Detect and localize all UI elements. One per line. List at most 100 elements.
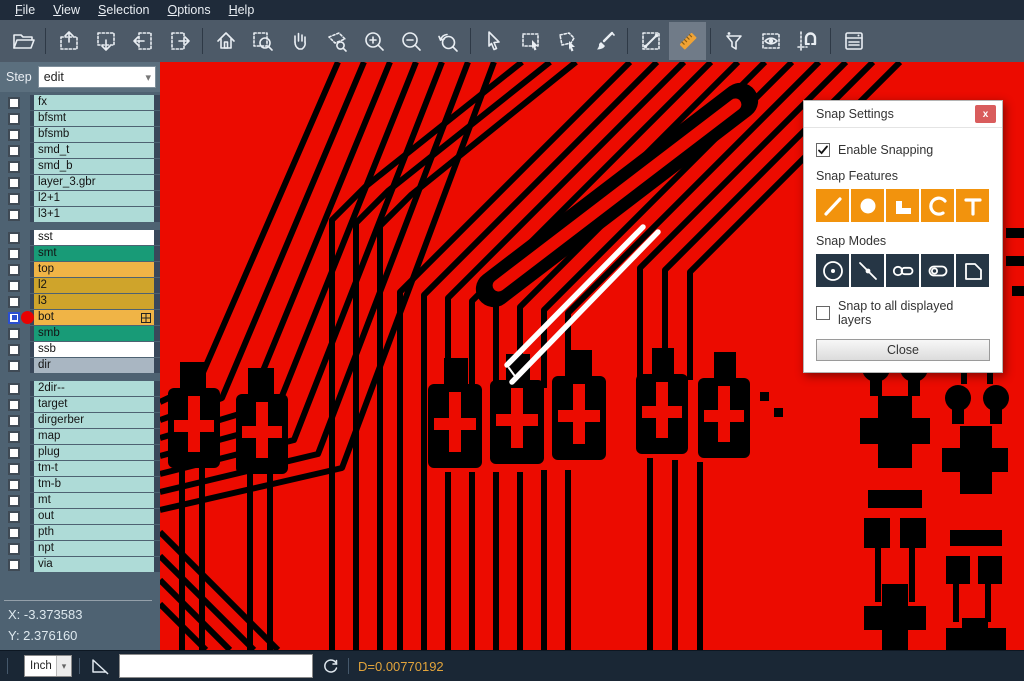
snap-surface-icon[interactable] [886, 189, 919, 222]
snap-all-row[interactable]: Snap to all displayed layers [816, 299, 990, 327]
layer-label[interactable]: l2+1 [34, 191, 154, 206]
layer-checkbox[interactable] [8, 145, 20, 157]
layer-checkbox[interactable] [8, 495, 20, 507]
layer-row-bot[interactable]: bot [0, 310, 160, 325]
select-polygon-icon[interactable] [549, 22, 586, 60]
measure-ruler-icon[interactable] [669, 22, 706, 60]
layer-checkbox[interactable] [8, 312, 20, 324]
layer-row-npt[interactable]: npt [0, 541, 160, 556]
layer-label[interactable]: dir [34, 358, 154, 373]
layer-checkbox[interactable] [8, 232, 20, 244]
layer-checkbox[interactable] [8, 97, 20, 109]
layer-checkbox[interactable] [8, 264, 20, 276]
layer-checkbox[interactable] [8, 296, 20, 308]
layer-checkbox[interactable] [8, 209, 20, 221]
layer-label[interactable]: smt [34, 246, 154, 261]
layer-checkbox[interactable] [8, 543, 20, 555]
layer-row-2dir--[interactable]: 2dir-- [0, 381, 160, 396]
layer-row-via[interactable]: via [0, 557, 160, 572]
layer-checkbox[interactable] [8, 511, 20, 523]
close-icon[interactable]: x [975, 105, 996, 123]
layer-checkbox[interactable] [8, 447, 20, 459]
snap-line-icon[interactable] [816, 189, 849, 222]
units-select[interactable]: Inch ▾ [24, 655, 72, 677]
layer-row-bfsmb[interactable]: bfsmb [0, 127, 160, 142]
filter-icon[interactable] [715, 22, 752, 60]
layer-label[interactable]: pth [34, 525, 154, 540]
layer-row-smd_t[interactable]: smd_t [0, 143, 160, 158]
layer-row-map[interactable]: map [0, 429, 160, 444]
refresh-icon[interactable] [321, 656, 341, 676]
layer-row-smd_b[interactable]: smd_b [0, 159, 160, 174]
mode-center-icon[interactable] [816, 254, 849, 287]
layer-checkbox[interactable] [8, 177, 20, 189]
layer-label[interactable]: plug [34, 445, 154, 460]
layer-checkbox[interactable] [8, 248, 20, 260]
layer-checkbox[interactable] [8, 328, 20, 340]
mode-slot-key-icon[interactable] [886, 254, 919, 287]
layer-label[interactable]: ssb [34, 342, 154, 357]
enable-snapping-row[interactable]: Enable Snapping [816, 143, 990, 157]
layer-row-dir[interactable]: dir [0, 358, 160, 373]
menu-selection[interactable]: Selection [89, 1, 158, 19]
layer-row-plug[interactable]: plug [0, 445, 160, 460]
layer-checkbox[interactable] [8, 415, 20, 427]
menu-file[interactable]: File [6, 1, 44, 19]
layer-checkbox[interactable] [8, 431, 20, 443]
snap-magnet-icon[interactable] [789, 22, 826, 60]
layer-label[interactable]: dirgerber [34, 413, 154, 428]
layer-label[interactable]: top [34, 262, 154, 277]
layer-row-target[interactable]: target [0, 397, 160, 412]
layer-row-ssb[interactable]: ssb [0, 342, 160, 357]
layer-checkbox[interactable] [8, 463, 20, 475]
layer-row-layer_3.gbr[interactable]: layer_3.gbr [0, 175, 160, 190]
layer-row-l3+1[interactable]: l3+1 [0, 207, 160, 222]
layer-checkbox[interactable] [8, 360, 20, 372]
measure-line-icon[interactable] [632, 22, 669, 60]
mode-closest-point-icon[interactable] [851, 254, 884, 287]
layer-row-tm-t[interactable]: tm-t [0, 461, 160, 476]
select-pointer-icon[interactable] [475, 22, 512, 60]
layer-label[interactable]: l3 [34, 294, 154, 309]
layer-label[interactable]: tm-t [34, 461, 154, 476]
layer-checkbox[interactable] [8, 129, 20, 141]
pan-up-icon[interactable] [50, 22, 87, 60]
zoom-in-icon[interactable] [355, 22, 392, 60]
zoom-window-icon[interactable] [244, 22, 281, 60]
layer-label[interactable]: smd_b [34, 159, 154, 174]
layer-label[interactable]: fx [34, 95, 154, 110]
select-rectangle-icon[interactable] [512, 22, 549, 60]
open-folder-icon[interactable] [4, 22, 41, 60]
layer-row-dirgerber[interactable]: dirgerber [0, 413, 160, 428]
dialog-titlebar[interactable]: Snap Settings x [804, 101, 1002, 128]
layer-row-mt[interactable]: mt [0, 493, 160, 508]
layer-row-smt[interactable]: smt [0, 246, 160, 261]
layer-checkbox[interactable] [8, 559, 20, 571]
layer-label[interactable]: bot [34, 310, 154, 325]
layer-label[interactable]: mt [34, 493, 154, 508]
mode-slot-icon[interactable] [921, 254, 954, 287]
layer-row-l2[interactable]: l2 [0, 278, 160, 293]
layer-checkbox[interactable] [8, 479, 20, 491]
step-select[interactable]: edit ▾ [38, 66, 156, 88]
layer-row-top[interactable]: top [0, 262, 160, 277]
layer-row-l2+1[interactable]: l2+1 [0, 191, 160, 206]
zoom-polygon-icon[interactable] [318, 22, 355, 60]
snap-pad-circle-icon[interactable] [851, 189, 884, 222]
snap-all-checkbox[interactable] [816, 306, 830, 320]
layer-label[interactable]: l2 [34, 278, 154, 293]
layer-label[interactable]: npt [34, 541, 154, 556]
zoom-out-icon[interactable] [392, 22, 429, 60]
view-options-icon[interactable] [752, 22, 789, 60]
pan-hand-icon[interactable] [281, 22, 318, 60]
layer-row-bfsmt[interactable]: bfsmt [0, 111, 160, 126]
layer-label[interactable]: target [34, 397, 154, 412]
layer-checkbox[interactable] [8, 161, 20, 173]
layer-row-sst[interactable]: sst [0, 230, 160, 245]
layer-checkbox[interactable] [8, 113, 20, 125]
menu-help[interactable]: Help [220, 1, 264, 19]
layer-label[interactable]: 2dir-- [34, 381, 154, 396]
pan-right-icon[interactable] [161, 22, 198, 60]
layer-label[interactable]: via [34, 557, 154, 572]
layer-label[interactable]: layer_3.gbr [34, 175, 154, 190]
